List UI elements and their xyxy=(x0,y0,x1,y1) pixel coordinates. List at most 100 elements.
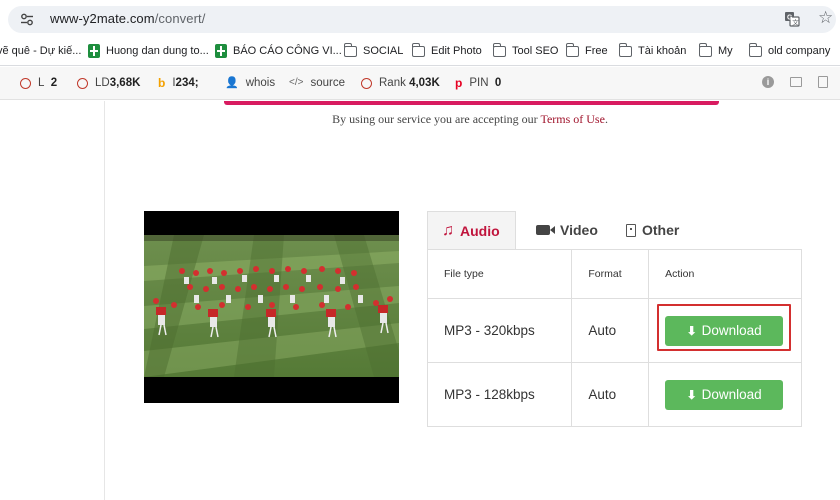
url-field[interactable]: www-y2mate.com/convert/ G 文 ☆ xyxy=(8,6,836,33)
metric-value: 0 xyxy=(494,77,502,89)
seo-bing-index-metric[interactable]: b I 234; xyxy=(158,76,199,90)
table-row: MP3 - 128kbps Auto ⬇ Download xyxy=(426,362,802,427)
terms-of-use-link[interactable]: Terms of Use xyxy=(540,112,604,126)
bookmark-item[interactable]: BÁO CÁO CÔNG VI... xyxy=(215,43,342,59)
translate-icon[interactable]: G 文 xyxy=(784,11,800,27)
code-icon: </> xyxy=(289,77,304,88)
display-icon[interactable] xyxy=(790,77,802,87)
url-host: www-y2mate.com xyxy=(50,11,155,26)
terms-period: . xyxy=(604,112,608,126)
sidebar-divider xyxy=(104,101,105,500)
bookmark-folder[interactable]: Tool SEO xyxy=(493,42,559,59)
video-camera-icon xyxy=(536,225,555,235)
column-header-action: Action xyxy=(648,249,802,299)
metric-label: PIN xyxy=(469,77,489,89)
column-header-format: Format xyxy=(571,249,650,299)
bookmark-folder[interactable]: old company xyxy=(749,42,831,59)
bookmark-label: vẽ quê - Dự kiế... xyxy=(0,45,82,57)
music-note-icon: ♫ xyxy=(442,221,454,239)
folder-icon xyxy=(493,42,506,57)
page-content: By using our service you are accepting o… xyxy=(0,101,840,500)
seo-whois-link[interactable]: 👤 whois xyxy=(225,76,275,90)
bookmark-label: Huong dan dung to... xyxy=(106,45,209,57)
bookmark-folder[interactable]: Edit Photo xyxy=(412,42,482,59)
seo-ld-metric[interactable]: LD 3,68K xyxy=(77,76,140,90)
seo-ring-icon xyxy=(77,77,88,89)
bookmark-label: old company xyxy=(768,45,831,57)
page-icon[interactable] xyxy=(818,76,828,88)
download-button-128kbps[interactable]: ⬇ Download xyxy=(665,379,784,410)
search-box-bottom-edge xyxy=(224,101,719,105)
bookmark-folder[interactable]: Tài khoản xyxy=(619,42,687,59)
file-icon xyxy=(626,223,636,237)
seo-ring-icon xyxy=(361,77,372,89)
bookmark-star-icon[interactable]: ☆ xyxy=(818,8,833,28)
download-icon: ⬇ xyxy=(686,323,697,338)
bing-icon: b xyxy=(158,76,166,90)
button-label: Download xyxy=(701,387,762,402)
seo-toolbar: L 2 LD 3,68K b I 234; 👤 whois </> source R… xyxy=(0,67,840,100)
folder-icon xyxy=(619,42,632,57)
format-cell: Auto xyxy=(571,362,650,427)
download-icon: ⬇ xyxy=(686,387,697,402)
terms-text: By using our service you are accepting o… xyxy=(332,112,541,126)
bookmark-folder[interactable]: SOCIAL xyxy=(344,42,404,59)
sheets-icon xyxy=(88,44,100,58)
folder-icon xyxy=(566,42,579,57)
seo-ring-icon xyxy=(20,77,31,89)
sheets-icon xyxy=(215,44,227,58)
tab-label: Other xyxy=(642,222,680,238)
folder-icon xyxy=(412,42,425,57)
bookmark-folder[interactable]: Free xyxy=(566,42,608,59)
bookmark-item[interactable]: vẽ quê - Dự kiế... xyxy=(0,43,81,59)
tab-audio[interactable]: ♫ Audio xyxy=(427,211,516,249)
bookmark-label: Tool SEO xyxy=(512,45,559,57)
video-thumbnail-image xyxy=(144,211,399,403)
file-type-cell: MP3 - 128kbps xyxy=(426,362,573,427)
table-row: MP3 - 320kbps Auto ⬇ Download xyxy=(426,298,802,363)
folder-icon xyxy=(699,42,712,57)
metric-value: 234; xyxy=(175,77,199,89)
site-settings-icon[interactable] xyxy=(20,13,34,26)
download-button-320kbps[interactable]: ⬇ Download xyxy=(665,315,784,346)
bookmark-item[interactable]: Huong dan dung to... xyxy=(88,43,209,59)
seo-source-link[interactable]: </> source xyxy=(289,76,345,90)
tab-other[interactable]: Other xyxy=(612,211,693,249)
metric-label: whois xyxy=(245,77,276,89)
bookmark-label: Edit Photo xyxy=(431,45,482,57)
terms-notice: By using our service you are accepting o… xyxy=(0,112,840,127)
bookmark-label: SOCIAL xyxy=(363,45,404,57)
seo-rank-metric[interactable]: Rank 4,03K xyxy=(361,76,440,90)
tab-video[interactable]: Video xyxy=(522,211,612,249)
svg-text:文: 文 xyxy=(792,18,799,27)
download-table: File type Format Action MP3 - 320kbps Au… xyxy=(426,249,802,427)
format-tabs: ♫ Audio Video Other xyxy=(427,211,802,249)
metric-value: 4,03K xyxy=(409,77,440,89)
url-text[interactable]: www-y2mate.com/convert/ xyxy=(50,11,205,26)
user-icon: 👤 xyxy=(225,77,239,89)
seo-links-metric[interactable]: L 2 xyxy=(20,76,57,90)
address-bar: www-y2mate.com/convert/ G 文 ☆ xyxy=(0,0,840,38)
bookmark-label: BÁO CÁO CÔNG VI... xyxy=(233,45,342,57)
metric-label: LD xyxy=(95,77,110,89)
format-cell: Auto xyxy=(571,298,650,363)
tab-label: Video xyxy=(560,222,598,238)
button-label: Download xyxy=(701,323,762,338)
column-header-file-type: File type xyxy=(426,249,573,299)
metric-value: 3,68K xyxy=(109,77,141,89)
folder-icon xyxy=(344,42,357,57)
table-header-row: File type Format Action xyxy=(426,249,802,299)
pinterest-icon: p xyxy=(455,76,463,90)
url-path: /convert/ xyxy=(154,11,206,26)
tab-label: Audio xyxy=(460,222,500,239)
seo-pin-metric[interactable]: p PIN 0 xyxy=(455,76,501,90)
video-thumbnail xyxy=(144,211,399,403)
info-icon[interactable]: i xyxy=(762,76,774,88)
bookmark-folder[interactable]: My xyxy=(699,42,733,59)
metric-value: 2 xyxy=(50,77,58,89)
bookmark-label: Tài khoản xyxy=(638,45,687,57)
action-cell: ⬇ Download xyxy=(648,298,802,363)
folder-icon xyxy=(749,42,762,57)
bookmarks-bar: vẽ quê - Dự kiế... Huong dan dung to... … xyxy=(0,38,840,66)
metric-label: L xyxy=(38,77,45,89)
